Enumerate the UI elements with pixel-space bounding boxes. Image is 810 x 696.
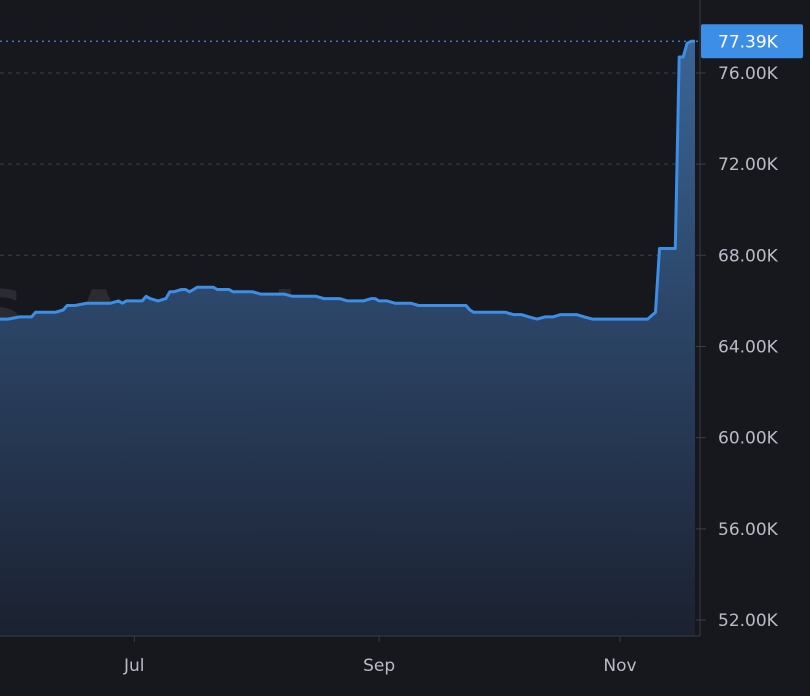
x-tick-label: Sep	[363, 656, 395, 676]
y-tick-label: 76.00K	[718, 64, 779, 84]
y-tick-label: 60.00K	[718, 429, 779, 449]
y-tick-label: 52.00K	[718, 611, 779, 631]
y-tick-label: 72.00K	[718, 155, 779, 175]
y-tick-label: 56.00K	[718, 520, 779, 540]
price-axis[interactable]: 52.00K 56.00K 60.00K 64.00K 68.00K 72.00K 76.0…	[700, 64, 779, 631]
y-tick-label: 68.00K	[718, 246, 779, 266]
last-value-label: 77.39K	[718, 32, 779, 52]
area-fill	[0, 41, 695, 637]
x-tick-label: Jul	[123, 656, 145, 676]
y-tick-label: 64.00K	[718, 337, 779, 357]
price-chart[interactable]: SARI 52.00K56.00K60.00K64.00K68.00K72.00…	[0, 0, 810, 696]
x-tick-label: Nov	[603, 656, 636, 676]
time-axis[interactable]: Jul Sep Nov	[123, 636, 637, 676]
price-chart-svg[interactable]: SARI 52.00K56.00K60.00K64.00K68.00K72.00…	[0, 0, 810, 696]
last-value-badge: 77.39K	[701, 24, 803, 59]
